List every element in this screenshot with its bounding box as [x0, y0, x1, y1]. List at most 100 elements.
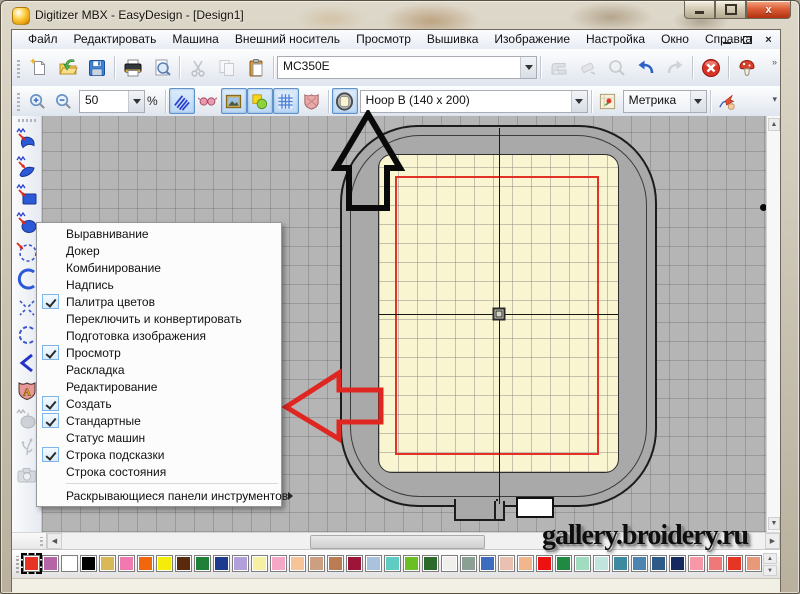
mdi-close-button[interactable]: × — [761, 33, 776, 46]
zoom-combo[interactable]: 50 — [79, 90, 145, 113]
print-button[interactable] — [118, 53, 147, 82]
zoom-combo-arrow[interactable] — [128, 91, 144, 112]
color-swatch[interactable] — [479, 555, 496, 572]
travel-tool-button[interactable] — [714, 88, 740, 114]
rectangle-tool[interactable] — [14, 181, 40, 209]
menu-item-8[interactable]: Окно — [653, 30, 697, 49]
menu-item-1[interactable]: Редактировать — [66, 30, 165, 49]
hoop-toggle-button[interactable] — [332, 88, 358, 114]
background-picture-button[interactable] — [221, 88, 247, 114]
fill-shape-tool[interactable] — [14, 125, 40, 153]
color-swatch[interactable] — [175, 555, 192, 572]
color-swatch[interactable] — [308, 555, 325, 572]
redo-button[interactable] — [660, 53, 689, 82]
context-menu-item-0[interactable]: Выравнивание — [37, 225, 281, 242]
close-button[interactable]: x — [746, 1, 791, 19]
color-swatch[interactable] — [42, 555, 59, 572]
toolbar-overflow-icon[interactable]: ▾ — [772, 94, 777, 105]
context-menu-item-3[interactable]: Надпись — [37, 276, 281, 293]
context-menu-item-16[interactable]: Раскрывающиеся панели инструментов — [37, 487, 281, 504]
paste-button[interactable] — [241, 53, 270, 82]
print-preview-button[interactable] — [147, 53, 176, 82]
color-swatch[interactable] — [650, 555, 667, 572]
trueview-glasses-button[interactable] — [195, 88, 221, 114]
units-combo[interactable]: Метрика — [623, 90, 707, 113]
menu-item-3[interactable]: Внешний носитель — [227, 30, 348, 49]
menu-item-6[interactable]: Изображение — [486, 30, 578, 49]
context-menu-item-11[interactable]: Стандартные — [37, 412, 281, 429]
color-swatch[interactable] — [612, 555, 629, 572]
vertical-scrollbar[interactable]: ▲ ▼ — [766, 116, 780, 532]
context-menu-item-5[interactable]: Переключить и конвертировать — [37, 310, 281, 327]
machine-combo[interactable]: MC350E — [277, 56, 537, 79]
save-button[interactable] — [82, 53, 111, 82]
color-swatch[interactable] — [593, 555, 610, 572]
color-swatch[interactable] — [289, 555, 306, 572]
context-menu-item-7[interactable]: Просмотр — [37, 344, 281, 361]
color-swatch[interactable] — [118, 555, 135, 572]
palette-up-button[interactable]: ▲ — [763, 553, 777, 564]
undo-button[interactable] — [631, 53, 660, 82]
context-menu-item-13[interactable]: Строка подсказки — [37, 446, 281, 463]
color-swatch[interactable] — [498, 555, 515, 572]
machine-combo-arrow[interactable] — [520, 57, 536, 78]
menu-item-7[interactable]: Настройка — [578, 30, 653, 49]
color-swatch[interactable] — [688, 555, 705, 572]
color-swatch[interactable] — [574, 555, 591, 572]
horizontal-scroll-thumb[interactable] — [310, 535, 485, 549]
write-to-machine-button[interactable] — [544, 53, 573, 82]
color-swatch[interactable] — [194, 555, 211, 572]
scroll-left-button[interactable]: ◀ — [47, 533, 62, 549]
menu-item-2[interactable]: Машина — [164, 30, 226, 49]
context-menu-item-12[interactable]: Статус машин — [37, 429, 281, 446]
menu-item-0[interactable]: Файл — [20, 30, 66, 49]
color-swatch[interactable] — [99, 555, 116, 572]
color-swatch[interactable] — [422, 555, 439, 572]
context-menu-item-4[interactable]: Палитра цветов — [37, 293, 281, 310]
new-design-button[interactable] — [24, 53, 53, 82]
color-swatch[interactable] — [327, 555, 344, 572]
color-swatch[interactable] — [707, 555, 724, 572]
stop-button[interactable] — [696, 53, 725, 82]
scroll-down-button[interactable]: ▼ — [768, 517, 780, 530]
context-menu-item-10[interactable]: Создать — [37, 395, 281, 412]
menu-item-5[interactable]: Вышивка — [419, 30, 487, 49]
palette-down-button[interactable]: ▼ — [763, 565, 777, 576]
grid-button[interactable] — [273, 88, 299, 114]
hoop-combo-arrow[interactable] — [571, 91, 587, 112]
color-swatch[interactable] — [156, 555, 173, 572]
toolbar-overflow-icon[interactable]: » — [772, 57, 777, 67]
context-menu-item-8[interactable]: Раскладка — [37, 361, 281, 378]
color-swatch[interactable] — [669, 555, 686, 572]
context-menu-item-6[interactable]: Подготовка изображения — [37, 327, 281, 344]
context-menu-item-9[interactable]: Редактирование — [37, 378, 281, 395]
context-menu-item-2[interactable]: Комбинирование — [37, 259, 281, 276]
toolbar-grip[interactable] — [17, 58, 20, 78]
design-gallery-button[interactable] — [732, 53, 761, 82]
color-swatch[interactable] — [232, 555, 249, 572]
color-swatch[interactable] — [726, 555, 743, 572]
zoom-out-button[interactable] — [50, 88, 76, 114]
color-swatch[interactable] — [384, 555, 401, 572]
color-swatch[interactable] — [61, 555, 78, 572]
color-swatch[interactable] — [517, 555, 534, 572]
open-design-button[interactable] — [53, 53, 82, 82]
scroll-right-button[interactable]: ▶ — [765, 533, 780, 549]
mdi-minimize-button[interactable] — [719, 33, 734, 46]
color-swatch[interactable] — [536, 555, 553, 572]
color-swatch[interactable] — [23, 555, 40, 572]
color-swatch[interactable] — [631, 555, 648, 572]
color-swatch[interactable] — [460, 555, 477, 572]
context-menu-item-1[interactable]: Докер — [37, 242, 281, 259]
units-combo-arrow[interactable] — [690, 91, 706, 112]
stitch-eraser-button[interactable] — [573, 53, 602, 82]
color-swatch[interactable] — [270, 555, 287, 572]
palette-grip[interactable] — [16, 556, 19, 573]
stitch-view-button[interactable] — [169, 88, 195, 114]
minimize-button[interactable] — [684, 1, 715, 19]
color-swatch[interactable] — [213, 555, 230, 572]
hoop-template-button[interactable] — [595, 88, 621, 114]
scroll-up-button[interactable]: ▲ — [768, 118, 780, 131]
hoop-combo[interactable]: Hoop B (140 x 200) — [360, 90, 588, 113]
ribbon-shape-tool[interactable] — [14, 153, 40, 181]
